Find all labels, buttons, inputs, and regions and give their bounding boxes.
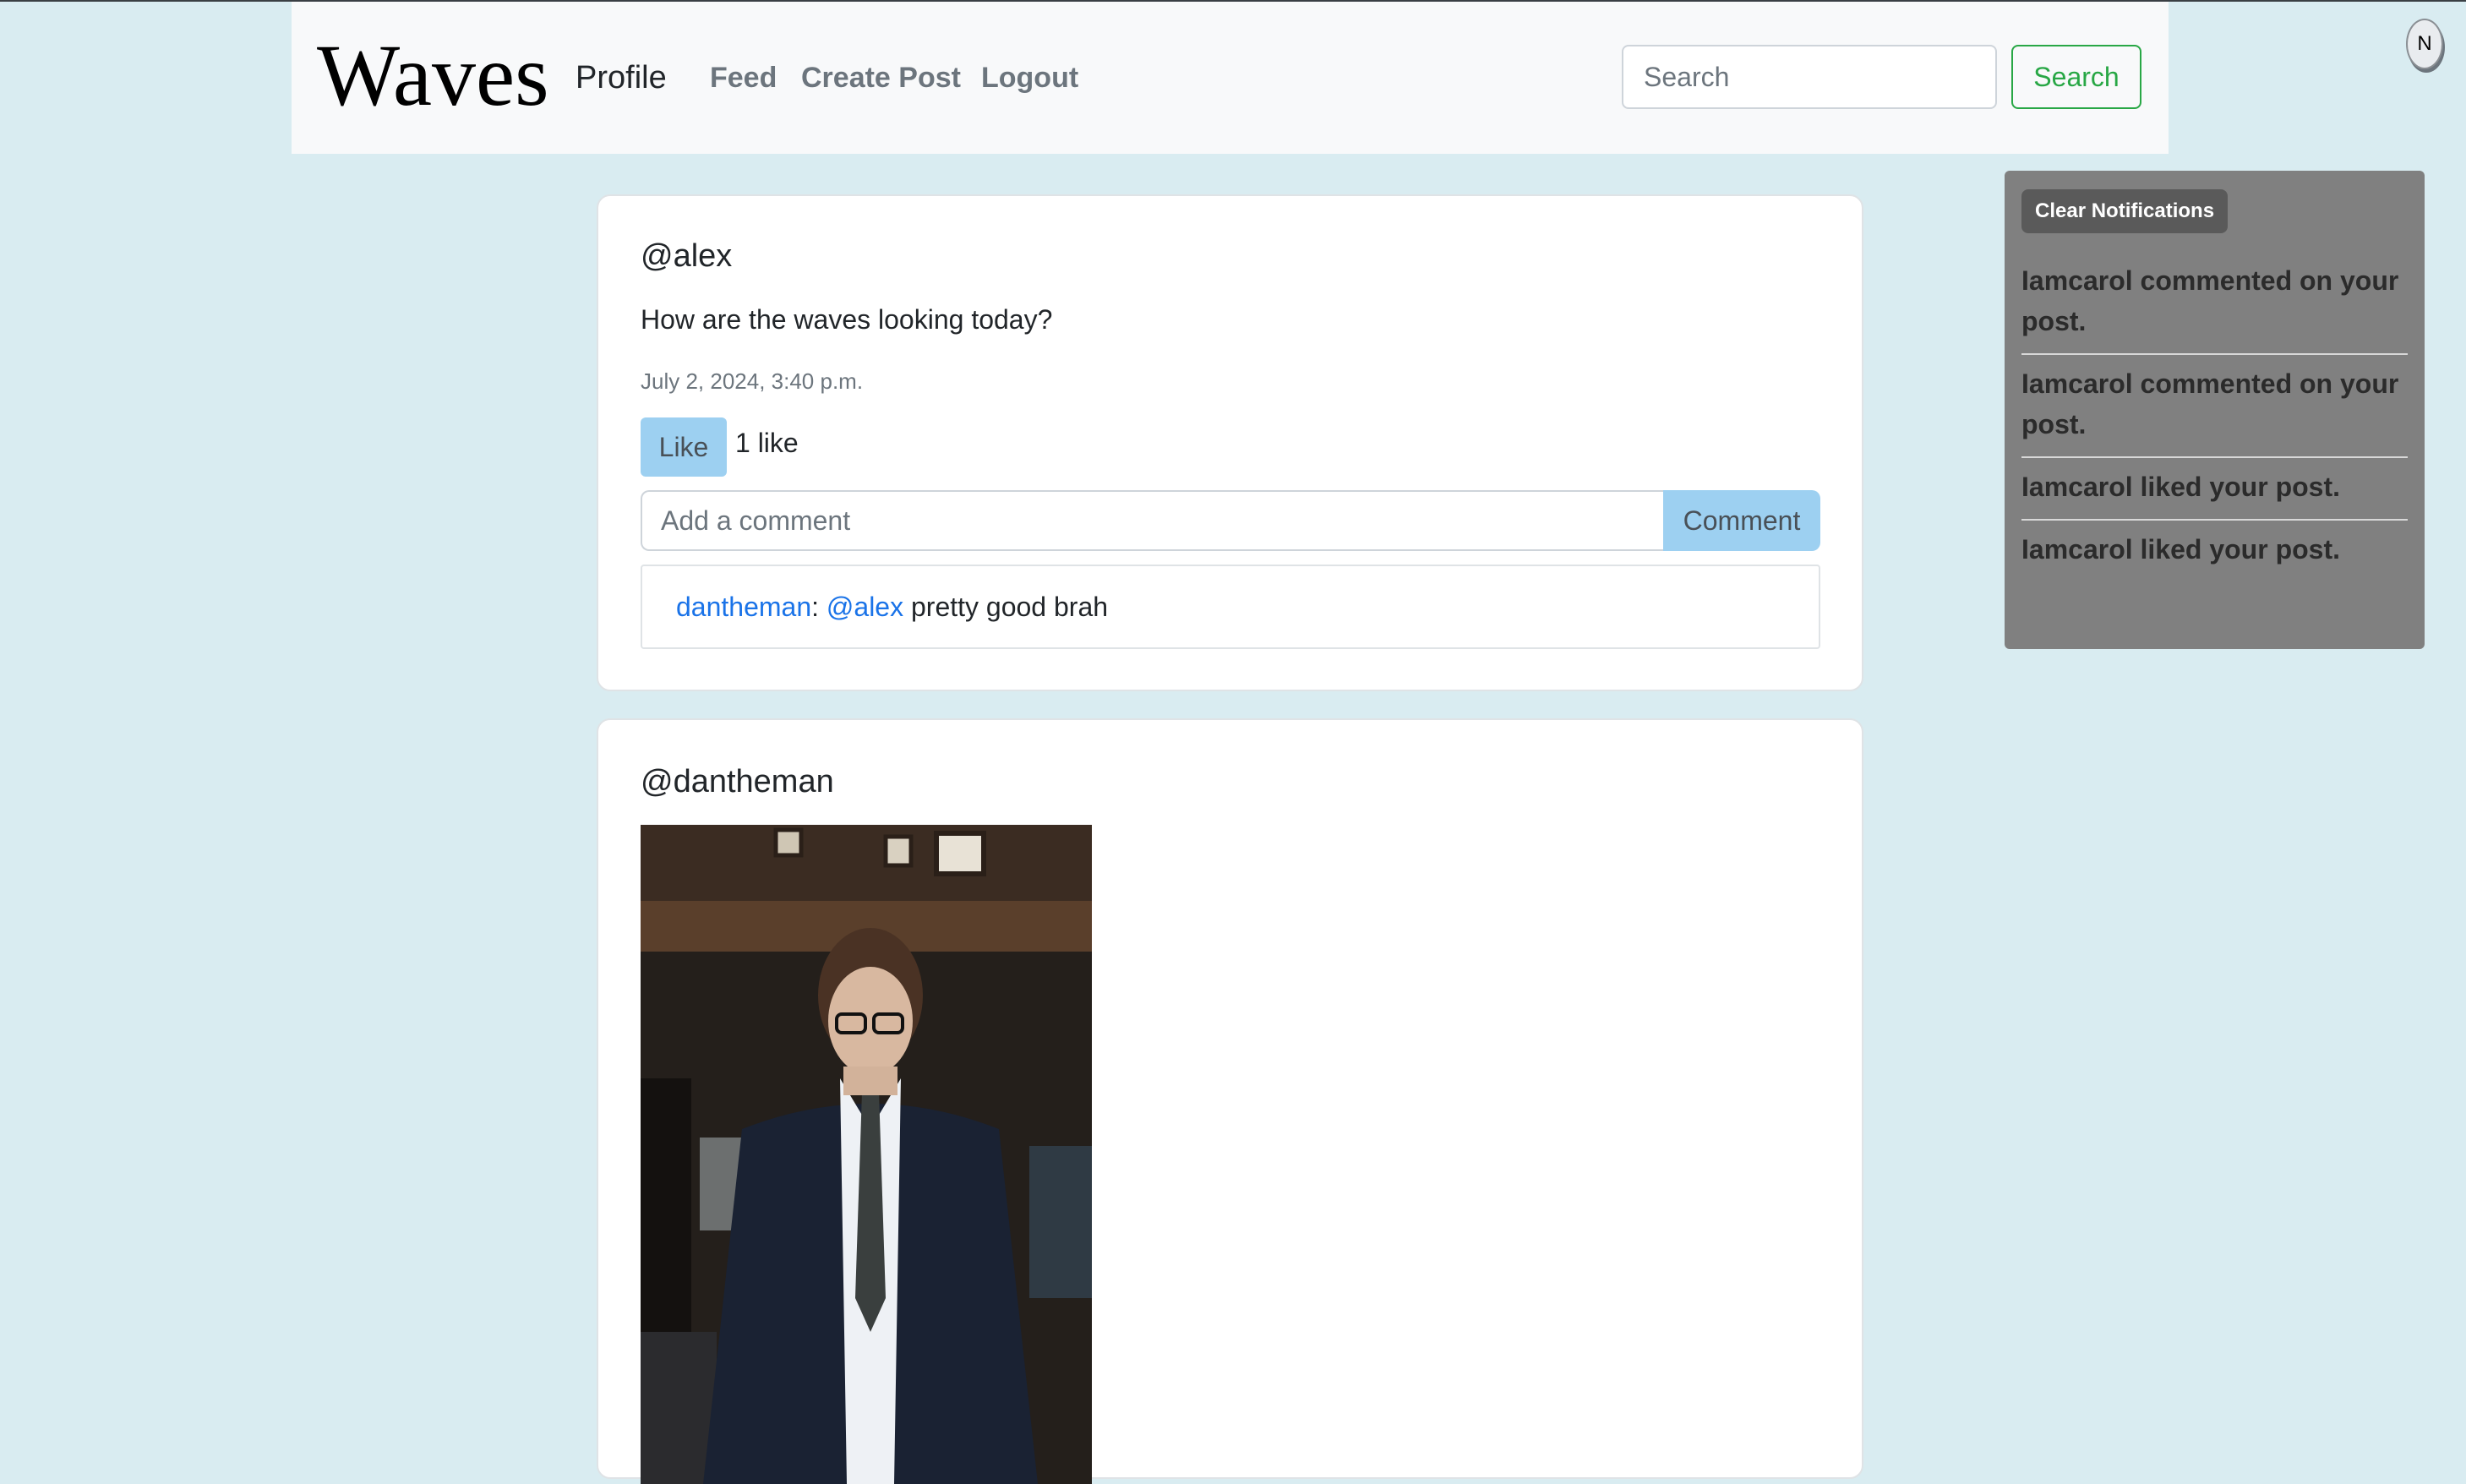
search-button[interactable]: Search: [2011, 45, 2141, 109]
comment-form: Comment: [641, 490, 1820, 551]
comment-mention-link[interactable]: @alex: [827, 592, 903, 622]
notifications-list: Iamcarol commented on your post. Iamcaro…: [2021, 252, 2408, 581]
nav-create-post-link[interactable]: Create Post: [801, 52, 961, 103]
post-author[interactable]: @dantheman: [641, 764, 834, 800]
post-author[interactable]: @alex: [641, 238, 732, 275]
nav-profile-link[interactable]: Profile: [576, 52, 667, 103]
notification-item[interactable]: Iamcarol liked your post.: [2021, 458, 2408, 521]
comment-input[interactable]: [641, 490, 1665, 551]
nav-logout-link[interactable]: Logout: [981, 52, 1078, 103]
notifications-toggle-button[interactable]: N: [2406, 19, 2443, 69]
post-card: @alex How are the waves looking today? J…: [597, 194, 1863, 691]
search-input[interactable]: [1622, 45, 1997, 109]
navbar: Waves Profile Feed Create Post Logout Se…: [292, 2, 2169, 154]
comment-submit-button[interactable]: Comment: [1663, 490, 1820, 551]
comment-item: dantheman: @alex pretty good brah: [641, 565, 1820, 649]
comment-separator: :: [811, 592, 820, 622]
notification-item[interactable]: Iamcarol commented on your post.: [2021, 252, 2408, 355]
post-text: How are the waves looking today?: [641, 304, 1053, 335]
portrait-photo-image: [641, 825, 1092, 1484]
post-card: @dantheman: [597, 718, 1863, 1484]
notification-item[interactable]: Iamcarol commented on your post.: [2021, 355, 2408, 458]
clear-notifications-button[interactable]: Clear Notifications: [2021, 189, 2229, 233]
post-timestamp: July 2, 2024, 3:40 p.m.: [641, 368, 864, 394]
notification-item[interactable]: Iamcarol liked your post.: [2021, 521, 2408, 581]
comment-user-link[interactable]: dantheman: [676, 592, 811, 622]
nav-feed-link[interactable]: Feed: [710, 52, 777, 103]
notifications-panel: Clear Notifications Iamcarol commented o…: [2005, 171, 2425, 649]
like-count: 1 like: [735, 428, 799, 458]
like-button[interactable]: Like: [641, 417, 727, 477]
brand-logo[interactable]: Waves: [317, 25, 549, 127]
comment-text: pretty good brah: [910, 592, 1109, 622]
post-photo: [641, 825, 1092, 1484]
